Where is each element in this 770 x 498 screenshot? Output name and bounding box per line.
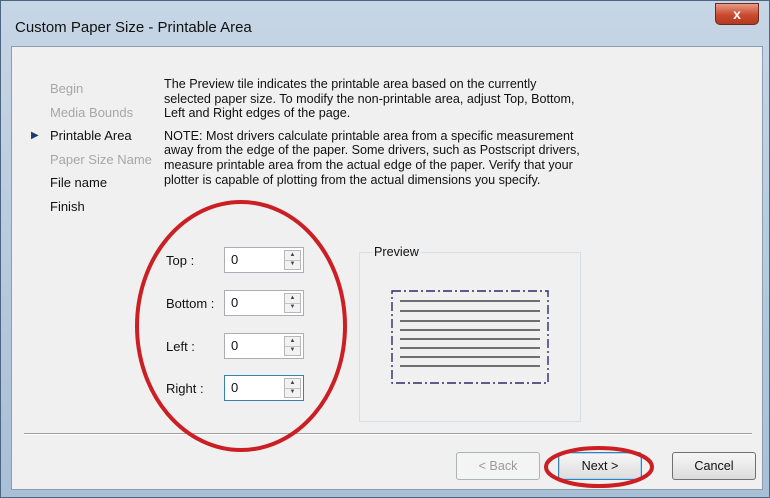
title-bar: Custom Paper Size - Printable Area x — [1, 1, 769, 47]
step-finish: Finish — [50, 198, 85, 214]
current-step-arrow-icon: ▶ — [31, 130, 39, 142]
step-printable-area: ▶ Printable Area — [28, 124, 152, 148]
top-label: Top : — [166, 253, 195, 268]
step-media-bounds: Media Bounds — [50, 104, 134, 120]
preview-lines — [400, 300, 540, 367]
cancel-button[interactable]: Cancel — [672, 452, 756, 480]
bottom-spin-buttons: ▲ ▼ — [284, 293, 301, 313]
footer-separator — [24, 433, 752, 435]
preview-page-icon — [391, 290, 549, 384]
right-spinbox[interactable]: 0 ▲ ▼ — [224, 375, 304, 401]
bottom-spinbox[interactable]: 0 ▲ ▼ — [224, 290, 304, 316]
left-spinbox[interactable]: 0 ▲ ▼ — [224, 333, 304, 359]
window-title: Custom Paper Size - Printable Area — [15, 19, 252, 36]
intro-text: The Preview tile indicates the printable… — [164, 77, 575, 121]
back-button[interactable]: < Back — [456, 452, 540, 480]
step-begin: Begin — [50, 81, 84, 96]
right-value[interactable]: 0 — [231, 380, 238, 395]
spin-down-icon[interactable]: ▼ — [285, 303, 300, 312]
preview-page-outline — [391, 290, 549, 384]
close-icon: x — [733, 6, 741, 22]
dialog-body: Begin Media Bounds ▶ Printable Area Pape… — [11, 46, 763, 490]
top-spinbox[interactable]: 0 ▲ ▼ — [224, 247, 304, 273]
wizard-steps: Begin Media Bounds ▶ Printable Area Pape… — [28, 77, 152, 219]
top-value[interactable]: 0 — [231, 252, 238, 267]
next-button[interactable]: Next > — [558, 452, 642, 480]
bottom-label: Bottom : — [166, 296, 215, 311]
right-label: Right : — [166, 381, 204, 396]
step-file-name: File name — [50, 175, 108, 191]
left-spin-buttons: ▲ ▼ — [284, 336, 301, 356]
spin-down-icon[interactable]: ▼ — [285, 346, 300, 355]
left-label: Left : — [166, 339, 195, 354]
instructions: The Preview tile indicates the printable… — [164, 77, 584, 195]
right-spin-buttons: ▲ ▼ — [284, 378, 301, 398]
custom-paper-size-dialog: Custom Paper Size - Printable Area x Beg… — [0, 0, 770, 498]
top-spin-buttons: ▲ ▼ — [284, 250, 301, 270]
left-value[interactable]: 0 — [231, 338, 238, 353]
preview-group: Preview — [359, 245, 581, 422]
close-button[interactable]: x — [715, 3, 759, 25]
spin-down-icon[interactable]: ▼ — [285, 388, 300, 397]
note-text: NOTE: Most drivers calculate printable a… — [164, 128, 580, 187]
bottom-value[interactable]: 0 — [231, 295, 238, 310]
spin-down-icon[interactable]: ▼ — [285, 260, 300, 269]
step-paper-size-name: Paper Size Name — [50, 151, 152, 167]
